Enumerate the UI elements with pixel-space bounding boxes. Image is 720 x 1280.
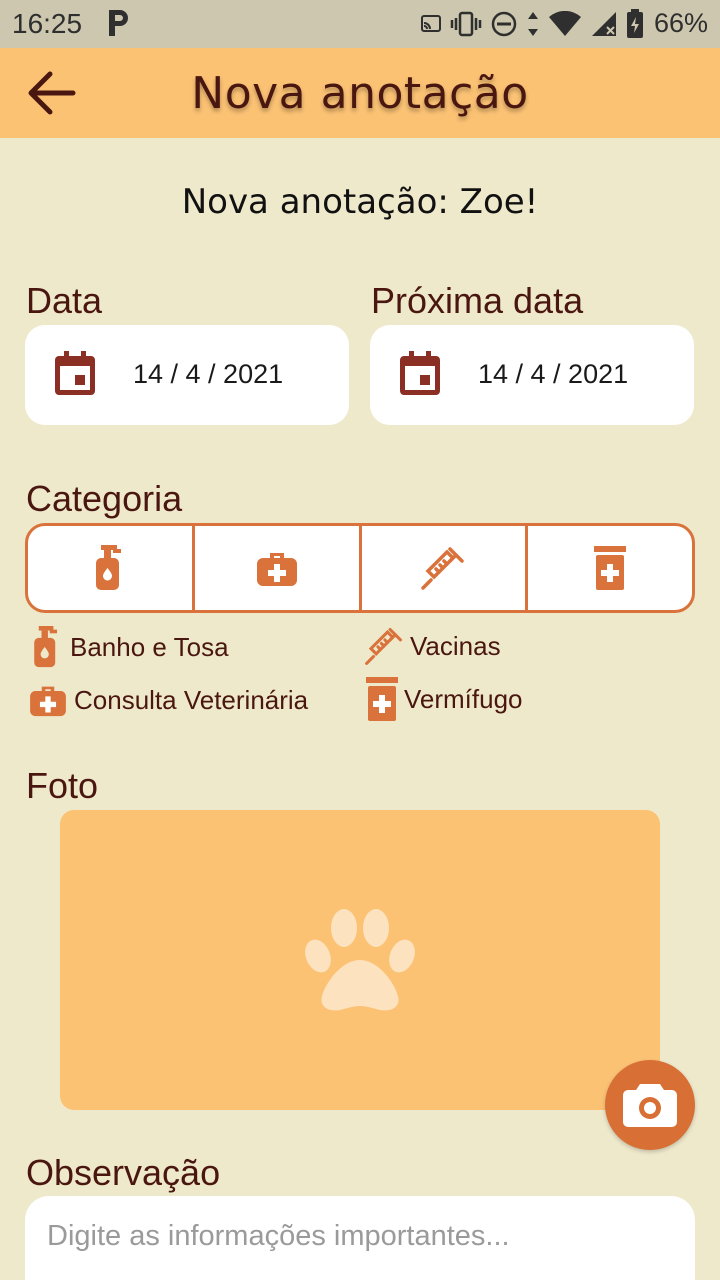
legend-vet-consultation: Consulta Veterinária	[28, 683, 308, 717]
legend-label: Consulta Veterinária	[74, 684, 309, 715]
legend-label: Vacinas	[410, 630, 501, 661]
medical-bag-icon	[30, 686, 66, 717]
date-label: Data	[26, 280, 103, 321]
syringe-icon	[365, 627, 403, 665]
cast-icon	[420, 14, 441, 32]
data-arrows-icon	[527, 11, 538, 36]
legend-dewormer: Vermífugo	[366, 677, 523, 721]
legend-bath-grooming: Banho e Tosa	[30, 626, 229, 668]
photo-area[interactable]	[60, 810, 660, 1110]
medicine-bottle-icon	[594, 546, 627, 590]
battery-percent: 66%	[653, 8, 708, 38]
app-bar: Nova anotação	[0, 48, 720, 138]
shampoo-bottle-icon	[95, 545, 121, 590]
camera-icon	[623, 1084, 677, 1127]
legend-vaccines: Vacinas	[364, 626, 501, 666]
observation-input[interactable]	[25, 1196, 695, 1280]
vibrate-icon	[450, 11, 482, 36]
photo-label: Foto	[26, 765, 99, 806]
p-app-icon	[109, 10, 128, 36]
medical-bag-icon	[256, 553, 297, 586]
legend-label: Banho e Tosa	[70, 631, 229, 662]
paw-icon	[305, 909, 415, 1011]
next-date-label: Próxima data	[371, 280, 584, 321]
page-heading: Nova anotação: Zoe!	[181, 182, 539, 222]
syringe-icon	[421, 547, 465, 590]
calendar-icon	[55, 351, 95, 395]
status-bar: 16:25 66%	[0, 0, 720, 48]
category-vaccines-button[interactable]	[362, 526, 529, 610]
status-icons: 66%	[420, 8, 708, 39]
observation-label: Observação	[26, 1152, 221, 1193]
status-time: 16:25	[12, 8, 83, 39]
category-vet-consultation-button[interactable]	[195, 526, 362, 610]
date-picker[interactable]: 14 / 4 / 2021	[25, 325, 349, 425]
observation-box	[25, 1196, 695, 1280]
date-value: 14 / 4 / 2021	[133, 359, 284, 389]
next-date-picker[interactable]: 14 / 4 / 2021	[370, 325, 694, 425]
medicine-bottle-icon	[366, 677, 398, 721]
wifi-icon	[548, 10, 581, 36]
calendar-icon	[400, 351, 440, 395]
next-date-value: 14 / 4 / 2021	[478, 359, 629, 389]
signal-icon	[591, 11, 616, 36]
legend-label: Vermífugo	[404, 683, 523, 714]
dnd-icon	[491, 11, 517, 36]
camera-button[interactable]	[605, 1060, 695, 1150]
app-bar-title: Nova anotação	[191, 68, 529, 119]
category-selector	[25, 523, 695, 613]
battery-charging-icon	[626, 8, 643, 38]
category-bath-grooming-button[interactable]	[28, 526, 195, 610]
category-label: Categoria	[26, 478, 183, 519]
category-dewormer-button[interactable]	[528, 526, 692, 610]
shampoo-bottle-icon	[34, 626, 58, 668]
